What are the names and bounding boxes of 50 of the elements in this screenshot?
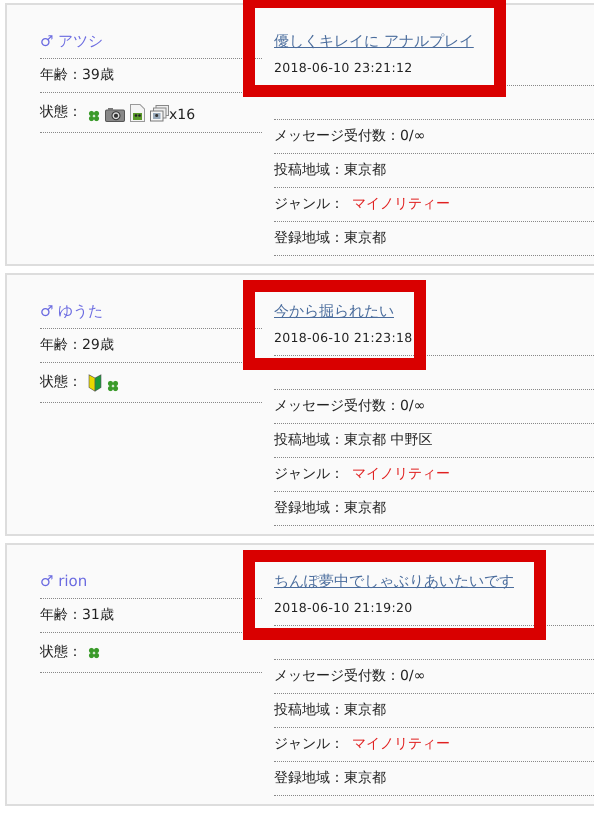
info-label: ジャンル： [274,735,344,754]
post-date: 2018-06-10 21:19:20 [274,599,414,617]
info-value: 0/∞ [400,397,426,416]
user-name-link[interactable]: ♂ ゆうた [40,300,104,322]
age-label: 年齢： [40,606,82,625]
info-value: 東京都 中野区 [344,431,432,450]
info-label: 投稿地域： [274,701,344,720]
photo-count: x16 [169,108,196,122]
info-value: 0/∞ [400,127,426,146]
age-value: 29歳 [82,336,114,355]
info-label: メッセージ受付数： [274,127,400,146]
info-value: 東京都 [344,161,386,180]
age-value: 31歳 [82,606,114,625]
age-label: 年齢： [40,336,82,355]
info-label: メッセージ受付数： [274,397,400,416]
post-date: 2018-06-10 21:23:18 [274,329,414,347]
clover-icon [88,110,100,122]
info-label: 登録地域： [274,769,344,788]
camera-icon [105,106,125,122]
photo-stack-icon [150,104,169,122]
info-label: 登録地域： [274,229,344,248]
info-label: 投稿地域： [274,431,344,450]
post-title-link[interactable]: ちんぽ夢中でしゃぶりあいたいです [274,572,514,590]
info-label: ジャンル： [274,465,344,484]
user-name-link[interactable]: ♂ アツシ [40,30,104,52]
info-value: 0/∞ [400,667,426,686]
info-value: 東京都 [344,769,386,788]
age-label: 年齢： [40,66,82,85]
info-label: メッセージ受付数： [274,667,400,686]
post-title-link[interactable]: 今から掘られたい [274,302,394,320]
info-value: 東京都 [344,499,386,518]
user-name-link[interactable]: ♂ rion [40,570,88,592]
clover-icon [107,380,119,392]
post-date: 2018-06-10 23:21:12 [274,59,414,77]
post-title-link[interactable]: 優しくキレイに アナルプレイ [274,32,474,50]
clover-icon [88,646,100,658]
age-value: 39歳 [82,66,114,85]
status-label: 状態： [40,373,82,392]
beginner-mark-icon [88,374,102,392]
info-label: ジャンル： [274,195,344,214]
info-value: 東京都 [344,229,386,248]
info-label: 投稿地域： [274,161,344,180]
genre-value: マイノリティー [352,735,450,754]
genre-value: マイノリティー [352,465,450,484]
document-icon [130,104,145,122]
genre-value: マイノリティー [352,195,450,214]
info-value: 東京都 [344,701,386,720]
status-label: 状態： [40,103,82,122]
status-label: 状態： [40,643,82,662]
info-label: 登録地域： [274,499,344,518]
